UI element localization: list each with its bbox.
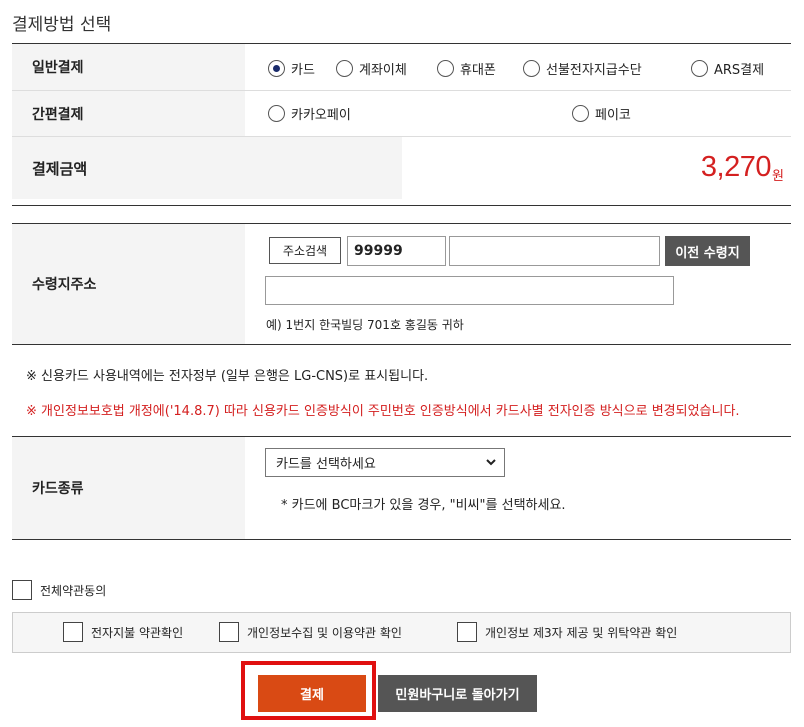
address-label: 수령지주소 — [12, 224, 245, 344]
radio-kakaopay[interactable]: 카카오페이 — [268, 104, 351, 123]
page-title: 결제방법 선택 — [12, 15, 112, 35]
radio-label: 선불전자지급수단 — [546, 63, 642, 78]
agree-all-label: 전체약관동의 — [40, 583, 107, 598]
chevron-down-icon — [486, 459, 496, 466]
amount-unit: 원 — [772, 169, 784, 184]
radio-icon[interactable] — [523, 60, 540, 77]
section-border — [12, 344, 791, 345]
checkbox-icon[interactable] — [457, 622, 477, 642]
notice-privacy-law: ※ 개인정보보호법 개정에('14.8.7) 따라 신용카드 인증방식이 주민번… — [26, 404, 740, 419]
checkbox-icon[interactable] — [63, 622, 83, 642]
checkbox-icon[interactable] — [12, 580, 32, 600]
agree-third-party[interactable]: 개인정보 제3자 제공 및 위탁약관 확인 — [457, 622, 677, 642]
address-example: 예) 1번지 한국빌딩 701호 홍길동 귀하 — [266, 318, 464, 332]
radio-mobile[interactable]: 휴대폰 — [437, 59, 496, 78]
agree-label: 개인정보 제3자 제공 및 위탁약관 확인 — [485, 625, 678, 640]
amount-label: 결제금액 — [12, 137, 402, 199]
radio-icon[interactable] — [268, 105, 285, 122]
card-select-value: 카드를 선택하세요 — [276, 457, 376, 472]
card-type-label: 카드종류 — [12, 437, 245, 539]
zipcode-input[interactable]: 99999 — [347, 236, 446, 266]
back-to-basket-button[interactable]: 민원바구니로 돌아가기 — [378, 675, 537, 712]
radio-label: ARS결제 — [714, 63, 765, 78]
radio-bank-transfer[interactable]: 계좌이체 — [336, 59, 407, 78]
address-detail-input[interactable] — [265, 276, 674, 305]
address-search-button[interactable]: 주소검색 — [269, 237, 341, 264]
radio-label: 페이코 — [595, 108, 631, 123]
previous-address-button[interactable]: 이전 수령지 — [665, 236, 750, 266]
checkbox-icon[interactable] — [219, 622, 239, 642]
section-border — [12, 539, 791, 540]
radio-payco[interactable]: 페이코 — [572, 104, 631, 123]
radio-label: 카드 — [291, 63, 315, 78]
simple-payment-label: 간편결제 — [12, 91, 245, 136]
address-input[interactable] — [449, 236, 660, 266]
amount-value: 3,270 — [700, 151, 772, 183]
card-select[interactable]: 카드를 선택하세요 — [265, 448, 505, 477]
general-payment-label: 일반결제 — [12, 44, 245, 90]
agree-privacy-collect[interactable]: 개인정보수집 및 이용약관 확인 — [219, 622, 402, 642]
radio-card[interactable]: 카드 — [268, 59, 315, 78]
radio-label: 계좌이체 — [359, 63, 407, 78]
radio-icon[interactable] — [691, 60, 708, 77]
radio-icon[interactable] — [437, 60, 454, 77]
agree-label: 개인정보수집 및 이용약관 확인 — [247, 625, 402, 640]
radio-prepaid[interactable]: 선불전자지급수단 — [523, 59, 642, 78]
radio-icon[interactable] — [572, 105, 589, 122]
radio-icon[interactable] — [336, 60, 353, 77]
agree-all-checkbox[interactable]: 전체약관동의 — [12, 580, 106, 600]
card-hint: * 카드에 BC마크가 있을 경우, "비씨"를 선택하세요. — [281, 498, 566, 513]
radio-label: 카카오페이 — [291, 108, 351, 123]
notice-cns: ※ 신용카드 사용내역에는 전자정부 (일부 은행은 LG-CNS)로 표시됩니… — [26, 369, 429, 384]
agree-e-payment[interactable]: 전자지불 약관확인 — [63, 622, 183, 642]
radio-ars[interactable]: ARS결제 — [691, 59, 764, 78]
agree-label: 전자지불 약관확인 — [91, 625, 184, 640]
highlight-frame — [241, 661, 376, 720]
section-border — [12, 205, 791, 206]
radio-icon-checked[interactable] — [268, 60, 285, 77]
radio-label: 휴대폰 — [460, 63, 496, 78]
